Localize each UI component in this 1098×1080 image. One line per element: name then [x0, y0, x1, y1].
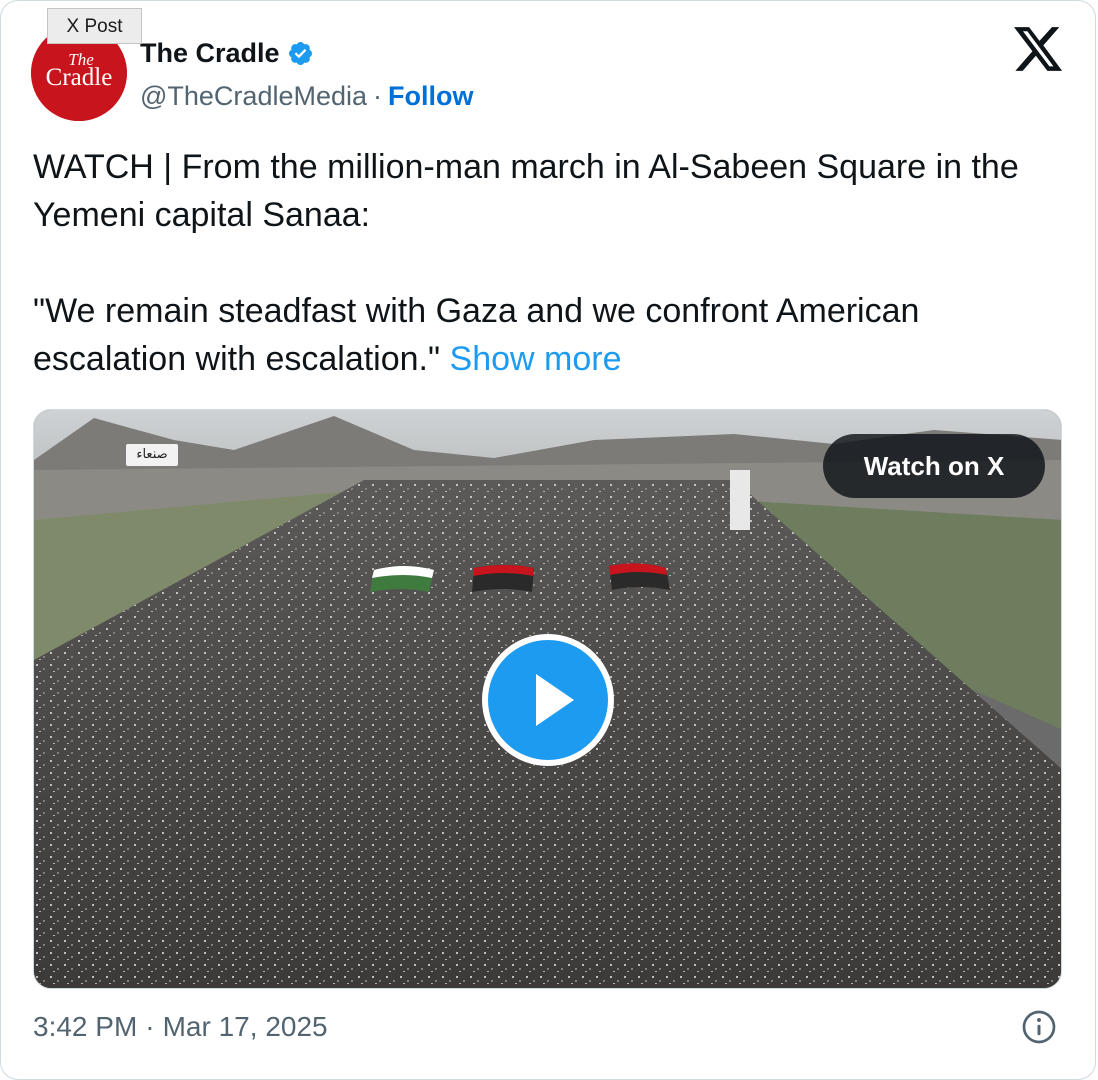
post-timestamp[interactable]: 3:42 PM · Mar 17, 2025: [33, 1005, 328, 1049]
follow-button[interactable]: Follow: [388, 81, 473, 112]
author-handle-row: @TheCradleMedia · Follow: [140, 75, 474, 117]
x-logo-icon[interactable]: [1014, 27, 1064, 73]
embed-type-tag: X Post: [47, 8, 142, 44]
video-thumbnail[interactable]: صنعاء Watch on X: [33, 409, 1062, 989]
x-post-card: X Post The Cradle The Cradle @TheCradleM…: [0, 0, 1096, 1080]
watch-on-x-button[interactable]: Watch on X: [823, 434, 1045, 498]
tweet-paragraph-2: "We remain steadfast with Gaza and we co…: [33, 287, 1073, 383]
post-time: 3:42 PM: [33, 1011, 138, 1042]
play-button[interactable]: [482, 634, 614, 766]
show-more-link[interactable]: Show more: [450, 340, 622, 378]
tweet-text: WATCH | From the million-man march in Al…: [33, 143, 1073, 383]
post-date: Mar 17, 2025: [162, 1011, 328, 1042]
timestamp-separator: ·: [145, 1011, 155, 1042]
author-handle[interactable]: @TheCradleMedia: [140, 81, 367, 112]
video-city-label: صنعاء: [126, 444, 178, 466]
info-icon[interactable]: [1021, 1009, 1057, 1045]
avatar-text-bottom: Cradle: [46, 64, 113, 91]
handle-separator: ·: [373, 80, 383, 111]
tweet-paragraph-1: WATCH | From the million-man march in Al…: [33, 148, 1028, 234]
author-name-row: The Cradle: [140, 31, 314, 75]
author-display-name[interactable]: The Cradle: [140, 38, 280, 69]
play-icon: [536, 674, 574, 726]
verified-badge-icon: [288, 41, 312, 65]
